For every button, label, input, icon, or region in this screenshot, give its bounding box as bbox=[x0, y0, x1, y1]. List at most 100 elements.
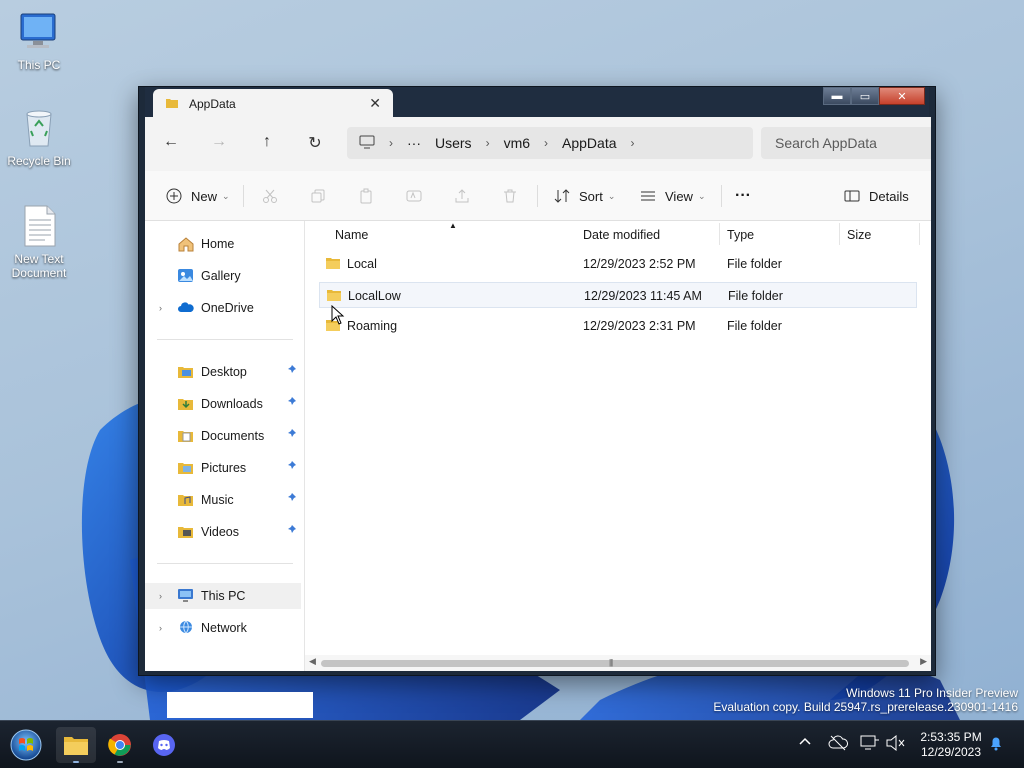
breadcrumb-vm6[interactable]: vm6 bbox=[504, 135, 530, 151]
forward-button[interactable]: → bbox=[207, 133, 231, 155]
taskbar-chrome[interactable] bbox=[100, 727, 140, 763]
see-more-button[interactable]: ··· bbox=[735, 185, 751, 207]
breadcrumb-separator: › bbox=[389, 136, 393, 150]
expand-chevron-icon[interactable]: › bbox=[159, 591, 162, 601]
search-input[interactable]: Search AppData bbox=[761, 127, 931, 159]
folder-icon bbox=[64, 737, 88, 755]
volume-muted-icon[interactable] bbox=[886, 734, 906, 754]
chrome-icon bbox=[108, 734, 131, 756]
breadcrumb[interactable]: › ··· Users › vm6 › AppData › bbox=[347, 127, 753, 159]
divider bbox=[919, 223, 920, 245]
scroll-right-icon[interactable]: ▶ bbox=[920, 656, 927, 667]
desktop-icon-this-pc[interactable]: This PC bbox=[0, 10, 78, 72]
close-button[interactable]: ✕ bbox=[879, 87, 925, 105]
scissors-icon bbox=[261, 187, 279, 205]
desktop-icon-recycle-bin[interactable]: Recycle Bin bbox=[0, 106, 78, 168]
folder-icon bbox=[165, 96, 179, 113]
taskbar-file-explorer[interactable] bbox=[56, 727, 96, 763]
windows-orb-icon bbox=[10, 729, 42, 761]
share-icon bbox=[453, 187, 471, 205]
view-button[interactable]: View ⌄ bbox=[639, 185, 706, 207]
clock-time: 2:53:35 PM bbox=[920, 730, 982, 744]
paste-button[interactable] bbox=[357, 185, 375, 207]
column-header-size[interactable]: Size bbox=[847, 228, 871, 242]
column-header-name[interactable]: Name bbox=[335, 228, 368, 242]
copy-icon bbox=[309, 187, 327, 205]
new-button[interactable]: New ⌄ bbox=[165, 185, 230, 207]
divider bbox=[157, 563, 293, 564]
scroll-left-icon[interactable]: ◀ bbox=[309, 656, 316, 667]
share-button[interactable] bbox=[453, 185, 471, 207]
expand-chevron-icon[interactable]: › bbox=[159, 303, 162, 313]
scrollbar-thumb[interactable] bbox=[321, 660, 909, 667]
desktop-icon-new-text-document[interactable]: New Text Document bbox=[0, 204, 78, 280]
recycle-bin-icon bbox=[17, 106, 61, 150]
folder-icon bbox=[177, 460, 195, 476]
nav-item-network[interactable]: › Network bbox=[145, 615, 301, 641]
back-button[interactable]: ← bbox=[159, 133, 183, 155]
cloud-offline-icon[interactable] bbox=[828, 735, 849, 754]
sort-button[interactable]: Sort ⌄ bbox=[553, 185, 615, 207]
nav-item-this-pc[interactable]: › This PC bbox=[145, 583, 301, 609]
taskbar-discord[interactable] bbox=[144, 727, 184, 763]
divider bbox=[243, 185, 244, 207]
breadcrumb-appdata[interactable]: AppData bbox=[562, 135, 616, 151]
pin-icon[interactable] bbox=[285, 460, 297, 475]
start-button[interactable] bbox=[6, 727, 46, 763]
caption-buttons: ▬ ▭ ✕ bbox=[823, 87, 925, 105]
nav-item-videos[interactable]: Videos bbox=[145, 519, 301, 545]
nav-item-pictures[interactable]: Pictures bbox=[145, 455, 301, 481]
breadcrumb-ellipsis[interactable]: ··· bbox=[407, 135, 421, 151]
minimize-button[interactable]: ▬ bbox=[823, 87, 851, 105]
divider bbox=[721, 185, 722, 207]
expand-chevron-icon[interactable]: › bbox=[159, 623, 162, 633]
blank-panel bbox=[167, 692, 313, 718]
folder-icon bbox=[325, 256, 341, 270]
tab-appdata[interactable]: AppData ✕ bbox=[153, 89, 393, 119]
network-status-icon[interactable] bbox=[860, 735, 880, 754]
file-list: Name ▲ Date modified Type Size Local 12/… bbox=[305, 221, 931, 671]
pin-icon[interactable] bbox=[285, 364, 297, 379]
column-header-type[interactable]: Type bbox=[727, 228, 754, 242]
nav-item-home[interactable]: Home bbox=[145, 231, 301, 257]
maximize-button[interactable]: ▭ bbox=[851, 87, 879, 105]
horizontal-scrollbar[interactable]: ◀ ||| ▶ bbox=[305, 655, 931, 671]
mouse-cursor-icon bbox=[331, 304, 345, 328]
tab-title: AppData bbox=[189, 97, 236, 111]
up-button[interactable]: ↑ bbox=[255, 133, 279, 155]
folder-icon bbox=[326, 288, 342, 302]
navigation-pane: Home Gallery › OneDrive Desktop Download… bbox=[145, 221, 305, 671]
system-clock[interactable]: 2:53:35 PM 12/29/2023 bbox=[916, 730, 986, 760]
nav-item-music[interactable]: Music bbox=[145, 487, 301, 513]
copy-button[interactable] bbox=[309, 185, 327, 207]
details-button[interactable]: Details bbox=[843, 185, 909, 207]
rename-button[interactable] bbox=[405, 185, 423, 207]
command-bar: New ⌄ Sort ⌄ View ⌄ ··· Details bbox=[145, 171, 931, 221]
breadcrumb-separator: › bbox=[630, 136, 635, 150]
cut-button[interactable] bbox=[261, 185, 279, 207]
table-row[interactable]: Roaming 12/29/2023 2:31 PM File folder bbox=[319, 313, 917, 339]
table-row[interactable]: Local 12/29/2023 2:52 PM File folder bbox=[319, 251, 917, 277]
nav-item-onedrive[interactable]: › OneDrive bbox=[145, 295, 301, 321]
pin-icon[interactable] bbox=[285, 396, 297, 411]
refresh-button[interactable]: ↻ bbox=[303, 133, 327, 155]
pin-icon[interactable] bbox=[285, 524, 297, 539]
nav-item-gallery[interactable]: Gallery bbox=[145, 263, 301, 289]
scroll-grip-icon: ||| bbox=[609, 658, 613, 667]
file-explorer-window: AppData ✕ ▬ ▭ ✕ ← → ↑ ↻ › ··· Users › vm… bbox=[138, 86, 936, 676]
window-body: ← → ↑ ↻ › ··· Users › vm6 › AppData › Se… bbox=[145, 117, 931, 671]
folder-icon bbox=[177, 428, 195, 444]
divider bbox=[839, 223, 840, 245]
nav-item-desktop[interactable]: Desktop bbox=[145, 359, 301, 385]
breadcrumb-users[interactable]: Users bbox=[435, 135, 472, 151]
delete-button[interactable] bbox=[501, 185, 519, 207]
tab-close-icon[interactable]: ✕ bbox=[369, 95, 381, 112]
show-hidden-icons-button[interactable] bbox=[798, 735, 812, 749]
column-header-date[interactable]: Date modified bbox=[583, 228, 660, 242]
nav-item-downloads[interactable]: Downloads bbox=[145, 391, 301, 417]
pin-icon[interactable] bbox=[285, 492, 297, 507]
nav-item-documents[interactable]: Documents bbox=[145, 423, 301, 449]
notifications-bell-icon[interactable] bbox=[988, 735, 1004, 754]
pin-icon[interactable] bbox=[285, 428, 297, 443]
table-row[interactable]: LocalLow 12/29/2023 11:45 AM File folder bbox=[319, 282, 917, 308]
